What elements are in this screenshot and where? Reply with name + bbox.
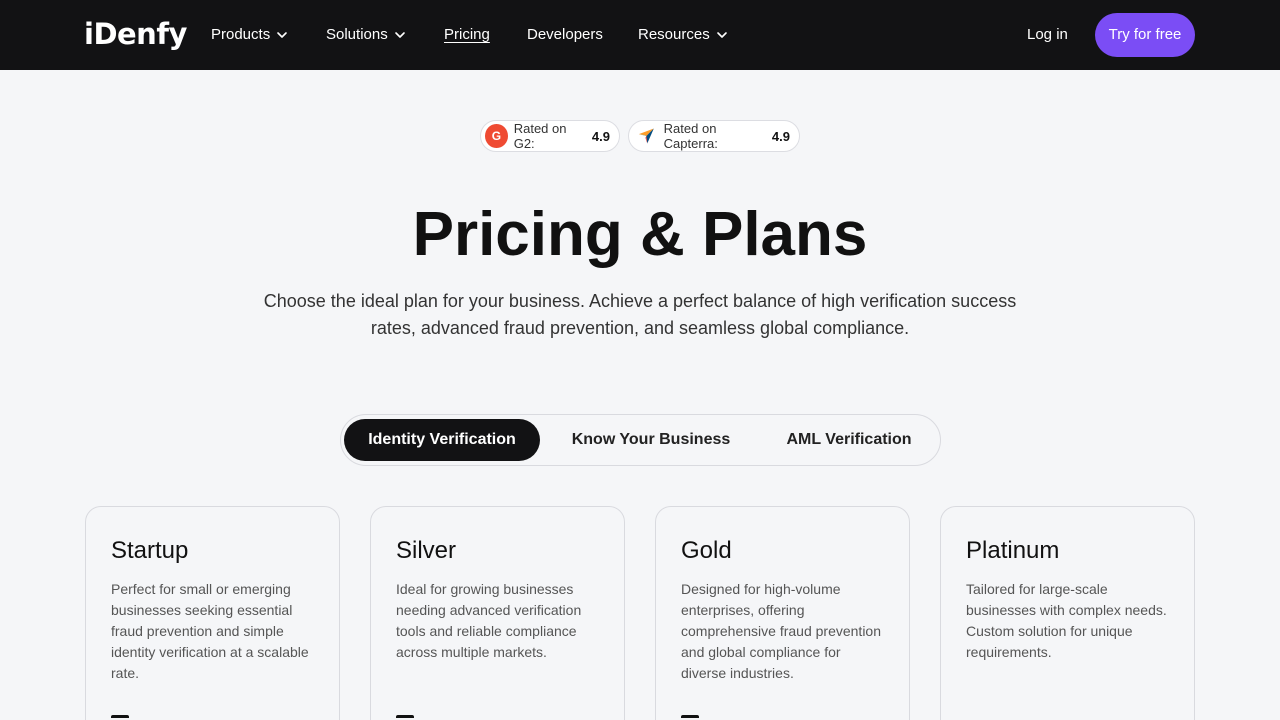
- chevron-down-icon: [394, 32, 405, 38]
- plan-price-partial: [396, 715, 414, 720]
- nav-item-pricing[interactable]: Pricing: [444, 25, 490, 45]
- rating-label: Rated on Capterra:: [663, 121, 718, 151]
- top-navigation: iDenfy Products Solutions Pricing Develo…: [0, 0, 1280, 70]
- nav-item-products[interactable]: Products: [211, 25, 288, 45]
- nav-item-label: Solutions: [326, 26, 388, 43]
- capterra-rating-badge[interactable]: Rated on Capterra: 4.9: [628, 120, 800, 152]
- nav-item-resources[interactable]: Resources: [638, 25, 728, 45]
- plan-name: Platinum: [966, 537, 1060, 564]
- page-subtitle: Choose the ideal plan for your business.…: [263, 291, 1017, 338]
- plan-description: Designed for high-volume enterprises, of…: [681, 581, 882, 681]
- rating-label: Rated on G2:: [513, 121, 567, 151]
- chevron-down-icon: [716, 32, 727, 38]
- nav-item-label: Developers: [527, 26, 603, 43]
- plan-price-partial: [111, 715, 129, 720]
- nav-item-label: Pricing: [444, 26, 490, 43]
- tab-aml-verification[interactable]: AML Verification: [761, 419, 937, 461]
- capterra-icon: [638, 128, 654, 144]
- product-tabs: Identity Verification Know Your Business…: [340, 414, 941, 466]
- try-for-free-button[interactable]: Try for free: [1095, 13, 1195, 57]
- plan-description: Perfect for small or emerging businesses…: [111, 581, 309, 681]
- plan-description: Tailored for large-scale businesses with…: [966, 581, 1167, 660]
- nav-item-label: Products: [211, 26, 271, 43]
- plan-name: Startup: [111, 537, 189, 564]
- chevron-down-icon: [277, 32, 288, 38]
- plan-card-startup: Startup Perfect for small or emerging bu…: [85, 506, 340, 720]
- plan-price-partial: [681, 715, 699, 720]
- tab-know-your-business[interactable]: Know Your Business: [551, 419, 751, 461]
- tab-identity-verification[interactable]: Identity Verification: [344, 419, 540, 461]
- login-link[interactable]: Log in: [1027, 25, 1068, 45]
- idenfy-logo[interactable]: iDenfy: [84, 14, 187, 54]
- page-title: Pricing & Plans: [412, 200, 868, 269]
- plan-card-gold: Gold Designed for high-volume enterprise…: [655, 506, 910, 720]
- nav-item-solutions[interactable]: Solutions: [326, 25, 406, 45]
- plan-description: Ideal for growing businesses needing adv…: [396, 581, 582, 660]
- nav-item-developers[interactable]: Developers: [527, 25, 603, 45]
- plan-name: Gold: [681, 537, 732, 564]
- nav-item-label: Resources: [638, 26, 710, 43]
- plan-name: Silver: [396, 537, 457, 564]
- g2-icon: G: [485, 124, 508, 148]
- rating-score: 4.9: [591, 128, 610, 144]
- plan-card-silver: Silver Ideal for growing businesses need…: [370, 506, 625, 720]
- plan-card-platinum: Platinum Tailored for large-scale busine…: [940, 506, 1195, 720]
- rating-score: 4.9: [771, 128, 790, 144]
- g2-rating-badge[interactable]: G Rated on G2: 4.9: [480, 120, 620, 152]
